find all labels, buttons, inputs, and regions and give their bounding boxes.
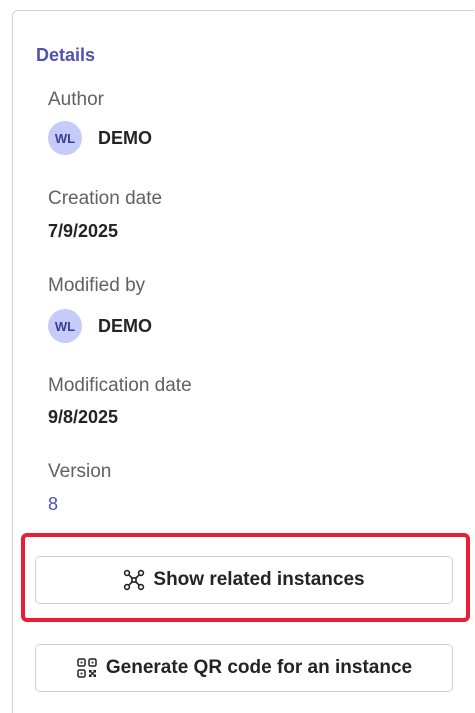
generate-qr-code-label: Generate QR code for an instance: [105, 657, 413, 678]
modified-by-avatar: WL: [48, 309, 82, 343]
author-label: Author: [48, 89, 104, 110]
generate-qr-code-button[interactable]: Generate QR code for an instance: [35, 644, 453, 692]
network-nodes-icon: [123, 569, 145, 591]
show-related-instances-label: Show related instances: [153, 569, 365, 590]
version-value[interactable]: 8: [48, 494, 58, 515]
author-name: DEMO: [98, 127, 152, 148]
modification-date-value: 9/8/2025: [48, 407, 119, 427]
modified-by-label: Modified by: [48, 275, 146, 296]
creation-date-value: 7/9/2025: [48, 221, 119, 241]
modified-by-person[interactable]: WL DEMO: [48, 309, 152, 343]
qr-code-icon: [76, 657, 98, 679]
author-avatar: WL: [48, 121, 82, 155]
version-label: Version: [48, 461, 112, 482]
details-section-title: Details: [36, 45, 96, 65]
modification-date-label: Modification date: [48, 375, 192, 396]
show-related-instances-button[interactable]: Show related instances: [35, 556, 453, 604]
author-person[interactable]: WL DEMO: [48, 121, 152, 155]
details-panel: Details Author WL DEMO Creation date 7/9…: [12, 10, 474, 713]
modified-by-name: DEMO: [98, 315, 152, 336]
creation-date-label: Creation date: [48, 188, 163, 209]
